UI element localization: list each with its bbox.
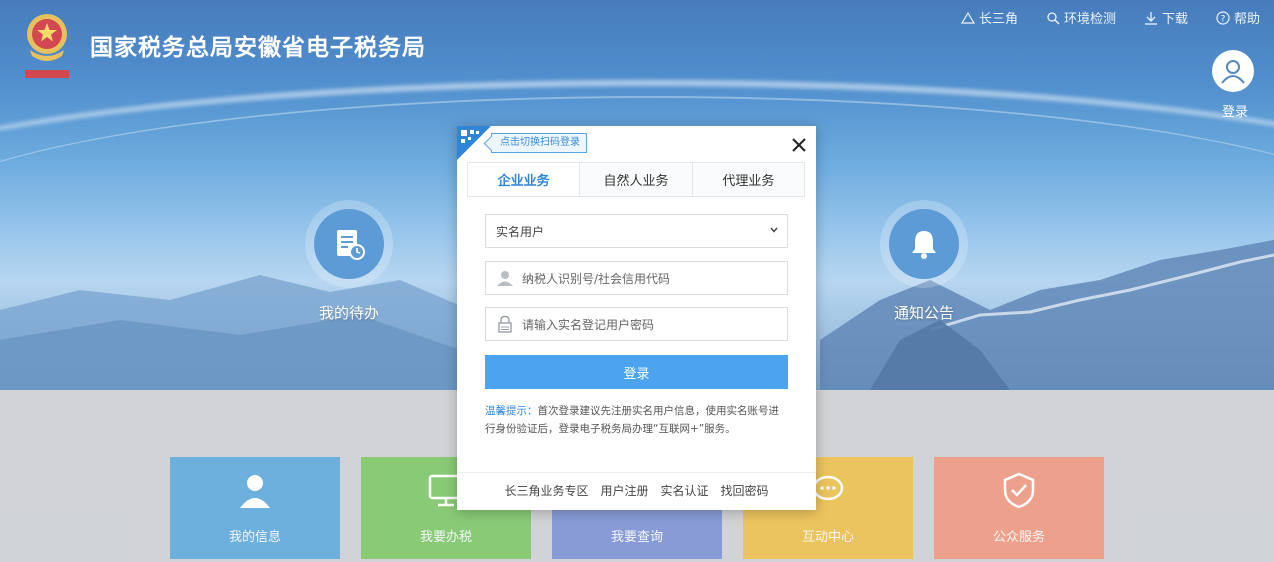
password-placeholder: 请输入实名登记用户密码: [522, 317, 655, 332]
user-type-value: 实名用户: [496, 224, 545, 239]
password-input[interactable]: 请输入实名登记用户密码: [485, 307, 788, 341]
tab-individual[interactable]: 自然人业务: [579, 163, 692, 196]
login-modal: 点击切换扫码登录 企业业务 自然人业务 代理业务 实名用户 纳税人识别号/社会信…: [457, 126, 816, 510]
footer-link-verify[interactable]: 实名认证: [661, 482, 709, 499]
login-tabs: 企业业务 自然人业务 代理业务: [467, 162, 805, 197]
login-submit-button[interactable]: 登录: [485, 355, 788, 389]
login-tips: 温馨提示：首次登录建议先注册实名用户信息，使用实名账号进行身份验证后，登录电子税…: [485, 402, 788, 438]
qr-switch-tip[interactable]: 点击切换扫码登录: [491, 133, 587, 153]
modal-divider: [457, 472, 816, 473]
modal-footer-links: 长三角业务专区 用户注册 实名认证 找回密码: [457, 482, 816, 499]
tab-agent[interactable]: 代理业务: [691, 163, 804, 196]
user-type-select[interactable]: 实名用户: [485, 214, 788, 248]
footer-link-register[interactable]: 用户注册: [600, 482, 648, 499]
tax-id-input[interactable]: 纳税人识别号/社会信用代码: [485, 261, 788, 295]
chevron-down-icon: [769, 225, 779, 238]
user-icon: [492, 269, 518, 287]
footer-link-recover-password[interactable]: 找回密码: [721, 482, 769, 499]
tab-enterprise[interactable]: 企业业务: [468, 163, 580, 196]
tips-label: 温馨提示：: [485, 405, 538, 417]
close-icon: [792, 138, 806, 152]
close-button[interactable]: [792, 132, 806, 157]
tax-id-placeholder: 纳税人识别号/社会信用代码: [522, 271, 671, 286]
footer-link-yangtze-zone[interactable]: 长三角业务专区: [504, 482, 588, 499]
lock-icon: [492, 315, 518, 333]
